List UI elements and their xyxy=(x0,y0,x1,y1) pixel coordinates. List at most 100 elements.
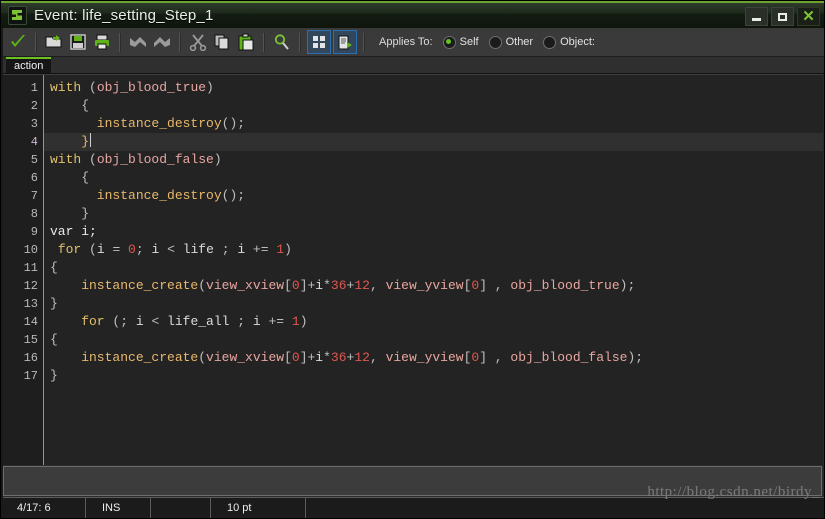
applies-to-self-label: Self xyxy=(459,36,479,48)
minimize-icon xyxy=(752,18,761,21)
check-icon xyxy=(11,35,25,47)
redo-arrow-icon xyxy=(154,37,170,47)
toolbar-separator xyxy=(299,32,301,52)
line-number: 10 xyxy=(23,243,38,257)
toolbar: Applies To: Self Other Object: xyxy=(1,28,824,57)
search-button[interactable] xyxy=(271,31,293,53)
line-number: 2 xyxy=(30,99,38,113)
functions-document-icon xyxy=(338,35,352,49)
paste-button[interactable] xyxy=(235,31,257,53)
message-panel xyxy=(3,466,822,496)
cut-button[interactable] xyxy=(187,31,209,53)
applies-to-other-label: Other xyxy=(505,36,534,48)
line-number: 7 xyxy=(30,189,38,203)
status-insert-mode: INS xyxy=(86,498,151,518)
line-number-gutter: 1 2 3 4 5 6 7 8 9 10 11 12 13 14 15 16 1… xyxy=(3,75,44,465)
toolbar-separator xyxy=(179,32,181,52)
radio-self-icon[interactable] xyxy=(442,35,456,49)
applies-to-other-option[interactable]: Other xyxy=(488,35,534,49)
code-line[interactable]: { xyxy=(44,331,823,349)
print-button[interactable] xyxy=(91,31,113,53)
gamemaker-icon xyxy=(8,6,27,25)
variables-grid-icon xyxy=(312,35,325,48)
confirm-check-button[interactable] xyxy=(7,31,29,53)
close-icon: ✕ xyxy=(802,7,815,25)
text-caret xyxy=(90,133,92,147)
code-line[interactable]: instance_destroy(); xyxy=(44,115,823,133)
title-bar[interactable]: Event: life_setting_Step_1 ✕ xyxy=(1,1,824,28)
line-number: 15 xyxy=(23,333,38,347)
toolbar-separator xyxy=(263,32,265,52)
status-trailing-cell xyxy=(306,498,824,518)
status-blank-cell xyxy=(151,498,211,518)
redo-button[interactable] xyxy=(151,31,173,53)
status-bar: 4/17: 6 INS 10 pt xyxy=(1,497,824,518)
code-editor-window: Event: life_setting_Step_1 ✕ Applies To:… xyxy=(0,0,825,519)
line-number: 14 xyxy=(23,315,38,329)
code-line[interactable]: instance_create(view_xview[0]+i*36+12, v… xyxy=(44,349,823,367)
applies-to-object-label: Object: xyxy=(560,36,595,48)
show-functions-button[interactable] xyxy=(333,30,357,54)
applies-to-self-option[interactable]: Self xyxy=(442,35,479,49)
toolbar-separator xyxy=(35,32,37,52)
radio-other-icon[interactable] xyxy=(488,35,502,49)
line-number: 16 xyxy=(23,351,38,365)
applies-to-object-option[interactable]: Object: xyxy=(543,35,595,49)
code-line[interactable]: } xyxy=(44,367,823,385)
code-line[interactable]: for (; i < life_all ; i += 1) xyxy=(44,313,823,331)
copy-button[interactable] xyxy=(211,31,233,53)
copy-icon xyxy=(214,34,229,50)
toolbar-separator xyxy=(363,32,365,52)
code-line[interactable]: } xyxy=(44,295,823,313)
save-button[interactable] xyxy=(67,31,89,53)
code-line[interactable]: instance_destroy(); xyxy=(44,187,823,205)
floppy-save-icon xyxy=(70,34,86,50)
status-font-size: 10 pt xyxy=(211,498,306,518)
window-controls: ✕ xyxy=(745,7,820,26)
code-line[interactable]: for (i = 0; i < life ; i += 1) xyxy=(44,241,823,259)
line-number: 11 xyxy=(23,261,38,275)
code-line[interactable]: { xyxy=(44,97,823,115)
open-folder-button[interactable] xyxy=(43,31,65,53)
tab-strip: action xyxy=(1,57,824,74)
search-icon xyxy=(274,34,289,50)
clipboard-paste-icon xyxy=(238,33,254,51)
line-number: 3 xyxy=(30,117,38,131)
code-line[interactable]: { xyxy=(44,259,823,277)
show-variables-button[interactable] xyxy=(307,30,331,54)
code-line[interactable]: instance_create(view_xview[0]+i*36+12, v… xyxy=(44,277,823,295)
code-line[interactable]: var i; xyxy=(44,223,823,241)
code-line[interactable]: } xyxy=(44,205,823,223)
line-number: 17 xyxy=(23,369,38,383)
applies-to-label: Applies To: xyxy=(379,36,433,48)
line-number: 5 xyxy=(30,153,38,167)
line-number: 12 xyxy=(23,279,38,293)
open-folder-icon xyxy=(45,35,62,48)
undo-button[interactable] xyxy=(127,31,149,53)
maximize-button[interactable] xyxy=(771,7,794,26)
code-line[interactable]: with (obj_blood_false) xyxy=(44,151,823,169)
line-number: 1 xyxy=(30,81,38,95)
minimize-button[interactable] xyxy=(745,7,768,26)
scissors-icon xyxy=(189,34,207,51)
line-number: 8 xyxy=(30,207,38,221)
code-line[interactable]: } xyxy=(44,133,823,151)
line-number: 9 xyxy=(30,225,38,239)
window-title: Event: life_setting_Step_1 xyxy=(34,7,214,24)
tab-action[interactable]: action xyxy=(6,57,52,73)
code-line[interactable]: { xyxy=(44,169,823,187)
close-button[interactable]: ✕ xyxy=(797,7,820,26)
code-text-area[interactable]: with (obj_blood_true) { instance_destroy… xyxy=(44,75,823,465)
code-line[interactable]: with (obj_blood_true) xyxy=(44,79,823,97)
maximize-icon xyxy=(778,12,787,21)
applies-to-group: Applies To: Self Other Object: xyxy=(379,35,595,49)
status-cursor-position: 4/17: 6 xyxy=(1,498,86,518)
undo-arrow-icon xyxy=(130,37,146,47)
line-number: 4 xyxy=(30,135,38,149)
tab-action-label: action xyxy=(14,60,44,72)
line-number: 6 xyxy=(30,171,38,185)
radio-object-icon[interactable] xyxy=(543,35,557,49)
line-number: 13 xyxy=(23,297,38,311)
code-editor[interactable]: 1 2 3 4 5 6 7 8 9 10 11 12 13 14 15 16 1… xyxy=(2,74,823,465)
toolbar-separator xyxy=(119,32,121,52)
